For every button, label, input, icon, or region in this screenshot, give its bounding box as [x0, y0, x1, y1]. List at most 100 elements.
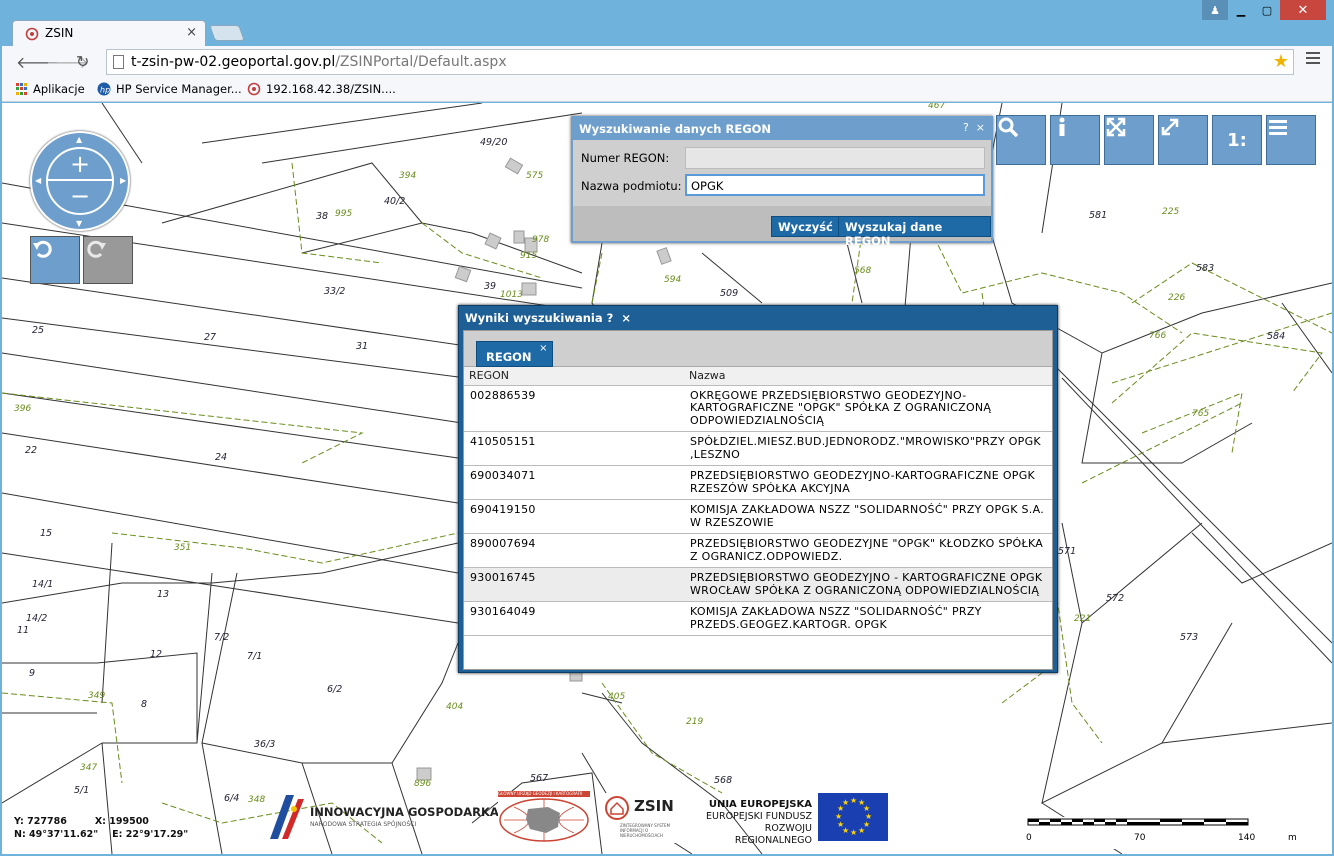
parcel-label: 581 — [1089, 210, 1108, 221]
regon-cell: 690419150 — [464, 499, 684, 534]
url-text: t-zsin-pw-02.geoportal.gov.pl/ZSINPortal… — [131, 54, 507, 70]
table-row[interactable]: 690419150 KOMISJA ZAKŁADOWA NSZZ "SOLIDAR… — [464, 499, 1052, 534]
browser-tab[interactable]: ZSIN × — [12, 20, 206, 46]
help-icon[interactable]: ? — [607, 311, 614, 325]
regon-cell: 930016745 — [464, 567, 684, 602]
menu-tool-button[interactable] — [1266, 115, 1316, 165]
apps-grid-icon — [16, 83, 28, 95]
regon-cell: 690034071 — [464, 465, 684, 500]
close-icon[interactable]: × — [976, 121, 985, 134]
results-dialog-header: Wyniki wyszukiwania ? × — [459, 306, 1057, 330]
zsin-favicon-icon — [247, 82, 261, 96]
landuse-label: 225 — [1162, 207, 1180, 217]
nazwa-cell: PRZEDSIĘBIORSTWO GEODEZYJNO-KARTOGRAFICZ… — [684, 465, 1052, 500]
bookmarks-bar: Aplikacje hp HP Service Manager... 192.1… — [2, 78, 1332, 102]
page-icon — [113, 55, 124, 69]
scale-tool-button[interactable]: 1: — [1212, 115, 1262, 165]
landuse-label: 978 — [532, 235, 550, 245]
pan-down-icon[interactable]: ▼ — [76, 219, 82, 228]
parcel-label: 49/20 — [480, 137, 508, 148]
landuse-label: 221 — [1074, 614, 1092, 624]
address-bar[interactable]: t-zsin-pw-02.geoportal.gov.pl/ZSINPortal… — [106, 49, 1294, 75]
search-regon-button[interactable]: Wyszukaj dane REGON — [838, 216, 991, 248]
zoom-in-button[interactable]: + — [48, 149, 112, 181]
redo-extent-button[interactable] — [83, 236, 133, 284]
zoom-out-button[interactable]: − — [48, 181, 112, 213]
table-row[interactable]: 690034071 PRZEDSIĘBIORSTWO GEODEZYJNO-KAR… — [464, 465, 1052, 500]
table-row[interactable]: 930016745 PRZEDSIĘBIORSTWO GEODEZYJNO - K… — [464, 567, 1052, 602]
scale-bar-graphic — [1027, 818, 1249, 826]
table-row[interactable]: 002886539 OKRĘGOWE PRZEDSIĘBIORSTWO GEODE… — [464, 385, 1052, 432]
pan-left-icon[interactable]: ◀ — [35, 176, 41, 185]
fullscreen-tool-button[interactable] — [1158, 115, 1208, 165]
map-navigation-control: ▲ ▼ ◀ ▶ + − — [30, 131, 130, 231]
landuse-label: 394 — [399, 171, 417, 181]
table-row[interactable]: 890007694 PRZEDSIĘBIORSTWO GEODEZYJNE "OP… — [464, 533, 1052, 568]
bookmark-star-icon[interactable]: ★ — [1273, 51, 1289, 72]
parcel-label: 12 — [150, 649, 163, 660]
landuse-label: 467 — [928, 103, 946, 111]
nazwa-cell: PRZEDSIĘBIORSTWO GEODEZYJNO - KARTOGRAFI… — [684, 567, 1052, 602]
pan-right-icon[interactable]: ▶ — [120, 176, 126, 185]
regon-cell: 930164049 — [464, 601, 684, 636]
x-coordinate: X: 199500 — [94, 816, 149, 827]
full-extent-tool-button[interactable] — [1104, 115, 1154, 165]
parcel-label: 11 — [17, 625, 30, 636]
column-header-nazwa[interactable]: Nazwa — [684, 367, 1052, 386]
hp-logo-icon: hp — [97, 82, 111, 96]
help-icon[interactable]: ? — [963, 121, 969, 134]
clear-button[interactable]: Wyczyść — [771, 216, 840, 237]
tab-close-icon[interactable]: × — [539, 343, 547, 354]
column-header-regon[interactable]: REGON — [464, 367, 684, 386]
parcel-label: 571 — [1058, 546, 1077, 557]
parcel-label: 6/4 — [224, 793, 240, 804]
e-coordinate: E: 22°9'17.29" — [112, 829, 189, 840]
tab-close-icon[interactable]: × — [186, 25, 197, 40]
close-icon[interactable]: × — [621, 311, 631, 325]
regon-cell: 002886539 — [464, 385, 684, 432]
bookmark-apps[interactable]: Aplikacje — [16, 82, 85, 96]
browser-menu-icon[interactable] — [1306, 52, 1320, 67]
info-tool-button[interactable] — [1050, 115, 1100, 165]
svg-text:★: ★ — [835, 812, 842, 821]
table-row[interactable]: 410505151 SPÓŁDZIEL.MIESZ.BUD.JEDNORODZ."… — [464, 431, 1052, 466]
nazwa-cell: SPÓŁDZIEL.MIESZ.BUD.JEDNORODZ."MROWISKO"… — [684, 431, 1052, 466]
nazwa-podmiotu-input[interactable]: OPGK — [685, 174, 985, 196]
svg-text:★: ★ — [842, 798, 849, 807]
user-profile-icon[interactable]: ♟ — [1202, 0, 1228, 20]
svg-text:★: ★ — [850, 828, 857, 837]
parcel-label: 14/2 — [26, 613, 48, 624]
bookmark-hp-service-manager[interactable]: hp HP Service Manager... — [97, 82, 242, 96]
browser-toolbar: 🡐 🡒 ↻ t-zsin-pw-02.geoportal.gov.pl/ZSIN… — [2, 46, 1332, 78]
dialog-title: Wyszukiwanie danych REGON — [579, 122, 772, 136]
reload-icon[interactable]: ↻ — [76, 52, 89, 71]
landuse-label: 995 — [335, 209, 353, 219]
nazwa-cell: OKRĘGOWE PRZEDSIĘBIORSTWO GEODEZYJNO-KAR… — [684, 385, 1052, 432]
ig-emblem-icon — [270, 795, 304, 839]
landuse-label: 404 — [446, 702, 464, 712]
bookmark-zsin-ip[interactable]: 192.168.42.38/ZSIN.... — [247, 82, 396, 96]
landuse-label: 348 — [248, 795, 266, 805]
parcel-label: 583 — [1196, 263, 1215, 274]
parcel-label: 7/1 — [247, 651, 263, 662]
search-tool-button[interactable] — [996, 115, 1046, 165]
parcel-label: 15 — [40, 528, 53, 539]
new-tab-button[interactable] — [209, 25, 245, 41]
numer-regon-input[interactable] — [685, 147, 985, 169]
parcel-label: 39 — [484, 281, 497, 292]
landuse-label: 347 — [80, 763, 98, 773]
map-canvas[interactable]: 49/20 40/2 38 39 33/2 31 27 25 24 22 15 … — [2, 103, 1332, 854]
close-window-button[interactable]: ✕ — [1280, 0, 1326, 20]
table-header-row: REGON Nazwa — [464, 367, 1052, 386]
scale-tick: 140 — [1238, 833, 1256, 843]
minimize-button[interactable]: ▁ — [1228, 0, 1254, 20]
tab-regon[interactable]: REGON × — [476, 341, 553, 367]
results-tabstrip: REGON × — [464, 331, 1052, 367]
parcel-label: 13 — [157, 589, 170, 600]
landuse-label: 575 — [526, 171, 544, 181]
table-row[interactable]: 930164049 KOMISJA ZAKŁADOWA NSZZ "SOLIDAR… — [464, 601, 1052, 636]
undo-extent-button[interactable] — [30, 236, 80, 284]
browser-window: ♟ ▁ ▢ ✕ ZSIN × 🡐 🡒 ↻ t-zsin-pw-02.geopor… — [0, 0, 1334, 856]
pan-up-icon[interactable]: ▲ — [76, 135, 82, 144]
maximize-button[interactable]: ▢ — [1254, 0, 1280, 20]
